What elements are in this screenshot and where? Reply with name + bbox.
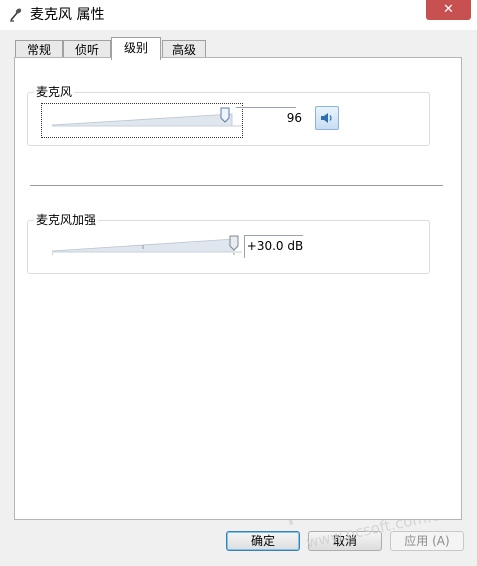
properties-window: 麦克风 属性 ✕ 常规 侦听 级别 高级 麦克风 96 麦克风加强 +30.0 … [0,0,477,566]
apply-button[interactable]: 应用 (A) [390,531,464,551]
tab-levels[interactable]: 级别 [111,37,161,60]
microphone-value-line [236,107,296,108]
separator-line [30,185,443,186]
microphone-icon [10,8,22,22]
levels-panel: 麦克风 96 麦克风加强 +30.0 dB [14,57,462,520]
ok-button[interactable]: 确定 [226,531,300,551]
tab-label: 常规 [26,43,51,57]
ok-button-label: 确定 [250,534,275,548]
mute-button[interactable] [315,106,339,130]
window-title: 麦克风 属性 [30,7,105,23]
tab-label: 高级 [171,43,196,57]
boost-value: +30.0 dB [246,239,304,253]
tab-label: 侦听 [74,43,99,57]
microphone-label: 麦克风 [34,84,75,100]
speaker-icon [321,113,332,123]
microphone-volume-slider[interactable] [52,110,242,128]
boost-slider-thumb[interactable] [229,235,239,251]
cancel-button[interactable]: 取消 [308,531,382,551]
microphone-value: 96 [286,111,302,125]
close-icon: ✕ [443,2,454,17]
microphone-group: 麦克风 96 [27,84,430,146]
apply-button-label: 应用 (A) [404,534,450,548]
boost-group: 麦克风加强 +30.0 dB [27,212,430,274]
microphone-slider-thumb[interactable] [220,107,230,123]
close-button[interactable]: ✕ [426,0,471,20]
boost-slider[interactable] [52,233,252,255]
tab-label: 级别 [123,41,148,55]
boost-label: 麦克风加强 [34,212,99,228]
title-bar: 麦克风 属性 ✕ [0,0,477,30]
cancel-button-label: 取消 [332,534,357,548]
